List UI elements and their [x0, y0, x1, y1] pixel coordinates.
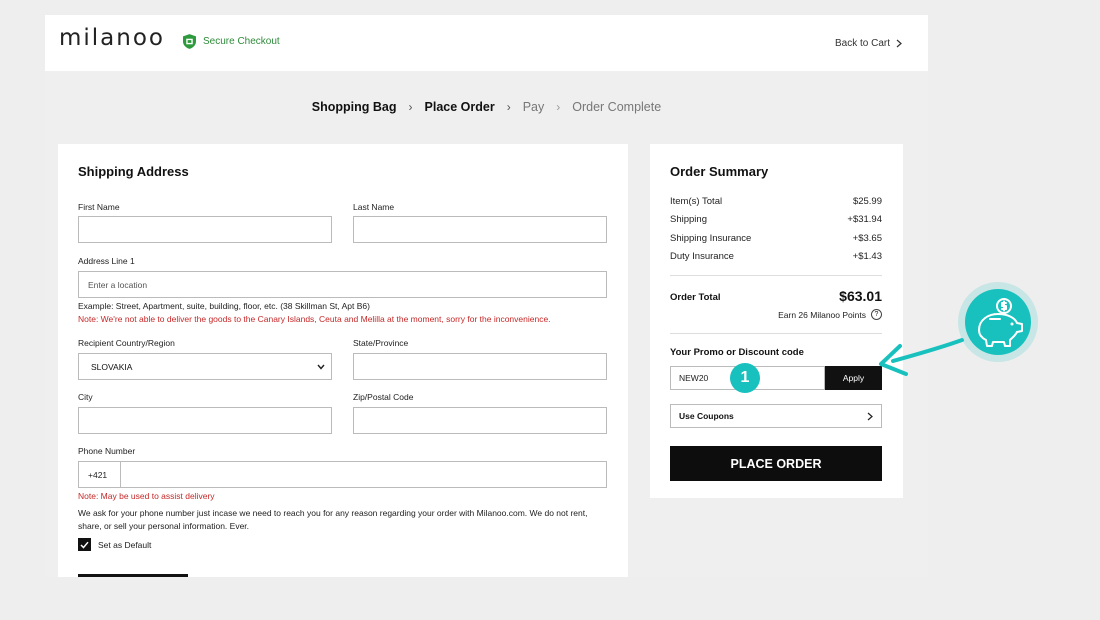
order-total-label: Order Total [670, 292, 721, 303]
save-address-button[interactable] [78, 574, 188, 577]
state-label: State/Province [353, 338, 409, 348]
step-place-order: Place Order [424, 100, 495, 114]
country-label: Recipient Country/Region [78, 338, 175, 348]
summary-label: Shipping Insurance [670, 233, 752, 244]
country-select-value: SLOVAKIA [91, 361, 133, 372]
last-name-field[interactable] [353, 216, 607, 243]
secure-checkout-label: Secure Checkout [203, 36, 280, 47]
first-name-field[interactable] [78, 216, 332, 243]
phone-note-text: Note: May be used to assist delivery [78, 491, 215, 501]
address-placeholder: Enter a location [88, 279, 148, 290]
place-order-button[interactable]: PLACE ORDER [670, 446, 882, 481]
order-summary-panel: Order Summary Item(s) Total $25.99 Shipp… [650, 144, 903, 498]
milanoo-logo[interactable]: milanoo [59, 25, 165, 51]
checkout-page: milanoo Secure Checkout Back to Cart Sho… [45, 15, 928, 577]
chevron-right-icon: › [556, 100, 561, 114]
summary-row-duty-insurance: Duty Insurance +$1.43 [670, 251, 882, 262]
step-shopping-bag[interactable]: Shopping Bag [312, 100, 397, 114]
step-order-complete: Order Complete [572, 100, 662, 114]
site-header: milanoo Secure Checkout Back to Cart [45, 15, 928, 71]
summary-label: Item(s) Total [670, 196, 723, 207]
order-summary-title: Order Summary [670, 164, 769, 179]
summary-row-items: Item(s) Total $25.99 [670, 196, 882, 207]
summary-divider [670, 275, 882, 276]
shipping-address-title: Shipping Address [78, 164, 189, 179]
shipping-address-panel: Shipping Address First Name Last Name Ad… [58, 144, 628, 577]
address-field[interactable]: Enter a location [78, 271, 607, 298]
zip-label: Zip/Postal Code [353, 392, 414, 402]
phone-prefix-field[interactable]: +421 [78, 461, 121, 488]
chevron-right-icon: › [506, 100, 511, 114]
set-default-label: Set as Default [98, 540, 152, 550]
city-label: City [78, 392, 93, 402]
summary-row-shipping-insurance: Shipping Insurance +$3.65 [670, 233, 882, 244]
zip-field[interactable] [353, 407, 607, 434]
summary-value: +$3.65 [852, 233, 882, 244]
checkmark-icon [80, 541, 89, 549]
help-icon[interactable]: ? [871, 309, 882, 320]
set-default-checkbox[interactable] [78, 538, 91, 551]
chevron-right-icon [896, 39, 902, 48]
phone-field[interactable] [120, 461, 607, 488]
secure-checkout-badge: Secure Checkout [183, 34, 280, 49]
shield-check-icon [183, 34, 196, 49]
back-to-cart-label: Back to Cart [834, 38, 890, 49]
chevron-right-icon [867, 412, 873, 420]
points-text: Earn 26 Milanoo Points [778, 309, 866, 320]
city-field[interactable] [78, 407, 332, 434]
chevron-down-icon [317, 364, 325, 370]
use-coupons-label: Use Coupons [679, 411, 734, 421]
address-note-text: Note: We're not able to deliver the good… [78, 314, 551, 324]
apply-button[interactable]: Apply [825, 366, 882, 390]
promo-code-label: Your Promo or Discount code [670, 347, 804, 358]
checkout-steps: Shopping Bag › Place Order › Pay › Order… [45, 100, 928, 114]
piggy-bank-icon [958, 282, 1038, 362]
summary-divider [670, 333, 882, 334]
summary-value: +$31.94 [847, 214, 882, 225]
phone-label: Phone Number [78, 446, 136, 456]
use-coupons-button[interactable]: Use Coupons [670, 404, 882, 428]
first-name-label: First Name [78, 202, 120, 212]
last-name-label: Last Name [353, 202, 395, 212]
summary-row-shipping: Shipping +$31.94 [670, 214, 882, 225]
promo-code-value: NEW20 [679, 373, 709, 383]
address-label: Address Line 1 [78, 256, 135, 266]
back-to-cart-link[interactable]: Back to Cart [835, 38, 902, 49]
summary-value: $25.99 [852, 196, 882, 207]
state-field[interactable] [353, 353, 607, 380]
milanoo-points: Earn 26 Milanoo Points ? [778, 309, 882, 320]
phone-prefix-value: +421 [88, 469, 108, 480]
order-total-value: $63.01 [839, 288, 882, 304]
chevron-right-icon: › [408, 100, 413, 114]
summary-label: Shipping [670, 214, 707, 225]
address-example-text: Example: Street, Apartment, suite, build… [78, 301, 370, 311]
phone-info-text: We ask for your phone number just incase… [78, 508, 588, 531]
summary-value: +$1.43 [852, 251, 882, 262]
step-pay: Pay [522, 100, 545, 114]
country-select[interactable]: SLOVAKIA [78, 353, 332, 380]
summary-label: Duty Insurance [670, 251, 734, 262]
step-number-badge: 1 [730, 363, 760, 393]
